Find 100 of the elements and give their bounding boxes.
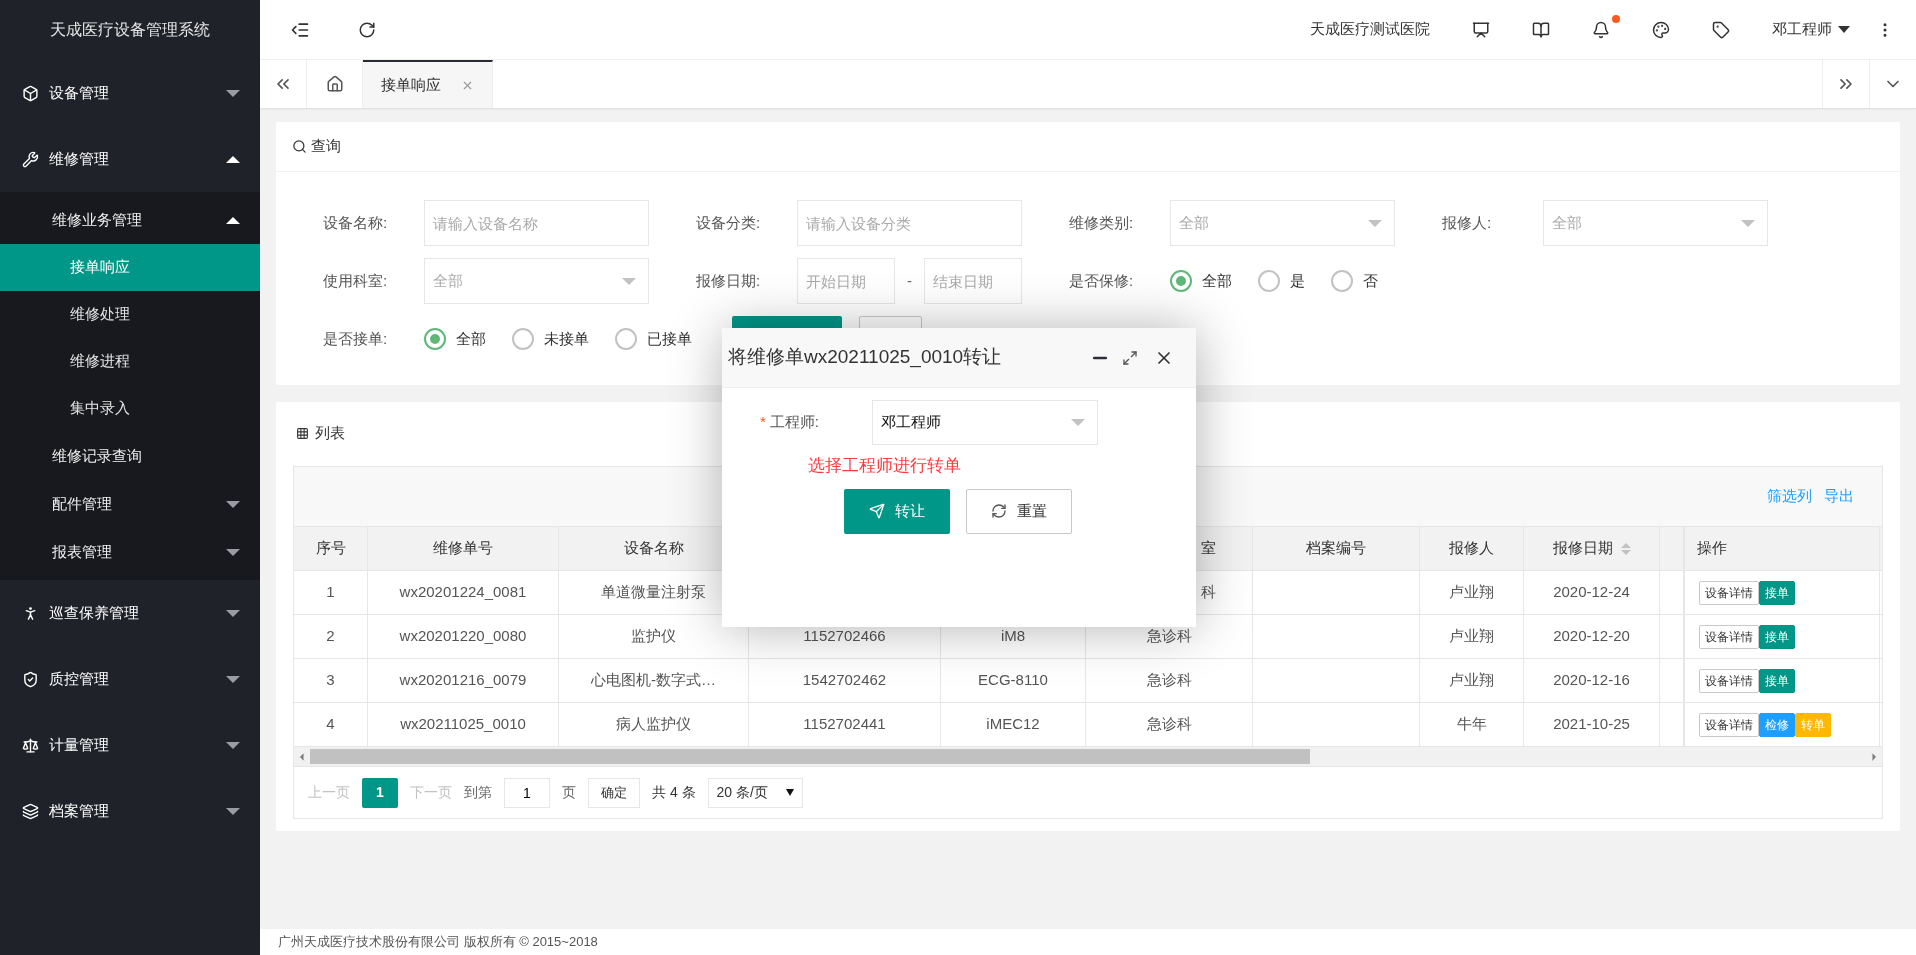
row-action-button[interactable]: 接单 [1759,668,1795,693]
column-header: 操作 [1697,538,1727,559]
sidebar-item[interactable]: 配件管理 [0,480,260,528]
sidebar-item[interactable]: 维修处理 [0,291,260,338]
sidebar-item[interactable]: 维修业务管理 [0,196,260,244]
table-cell-text: 1542702462 [802,670,887,691]
presentation-icon[interactable] [1472,20,1490,39]
row-action-button[interactable]: 设备详情 [1699,712,1759,737]
table-cell-text: ECG-8110 [978,670,1048,691]
sidebar-item[interactable]: 档案管理 [0,778,260,844]
hint-text: 选择工程师进行转单 [808,455,962,477]
radio-label: 全部 [456,328,486,349]
field-label: 设备名称: [322,212,389,233]
shield-check-icon [22,670,39,688]
radio-option[interactable]: 否 [1331,269,1378,293]
sidebar-item[interactable]: 维修进程 [0,338,260,385]
dropdown-arrow-icon [622,277,636,285]
page-size-select[interactable]: 20 条/页 [707,777,803,808]
text-input[interactable]: 请输入设备名称 [424,200,649,246]
radio-option[interactable]: 未接单 [512,327,589,351]
page-tab[interactable]: 接单响应 [363,60,493,108]
confirm-button[interactable]: 确定 [588,777,640,808]
user-menu[interactable]: 邓工程师 [1772,18,1850,41]
field-label: 是否接单: [322,328,389,349]
table-cell-text: iMEC12 [986,714,1040,735]
notification-icon[interactable] [1592,20,1610,39]
app-title: 天成医疗设备管理系统 [49,20,211,40]
field-label: 报修日期: [695,270,762,291]
radio-label: 已接单 [647,328,692,349]
sidebar-item[interactable]: 报表管理 [0,528,260,576]
reset-button[interactable]: 重置 [966,488,1072,534]
table-cell-text: 卢业翔 [1449,670,1494,691]
palette-icon[interactable] [1652,20,1670,39]
sidebar-item[interactable]: 维修管理 [0,126,260,192]
field-label: 使用科室: [322,270,389,291]
column-header: 序号 [315,538,346,559]
table-cell-text: 牛年 [1456,714,1487,735]
table-cell-text: 急诊科 [1146,626,1192,647]
horizontal-scrollbar[interactable] [294,747,1882,766]
search-icon [292,139,307,154]
radio-option[interactable]: 是 [1258,269,1305,293]
refresh-icon [991,503,1007,519]
radio-option[interactable]: 全部 [1170,269,1232,293]
sidebar-item[interactable]: 质控管理 [0,646,260,712]
sidebar-label: 档案管理 [49,800,109,821]
sidebar-item[interactable]: 计量管理 [0,712,260,778]
radio-label: 未接单 [544,328,589,349]
engineer-select[interactable]: 邓工程师 [872,400,1098,445]
field-label: 报修人: [1441,212,1493,233]
table-cell-text: 科 [1201,582,1216,603]
row-action-button[interactable]: 设备详情 [1699,668,1759,693]
book-icon[interactable] [1532,20,1550,39]
table-cell-text: 病人监护仪 [616,714,691,735]
radio-label: 全部 [1202,270,1232,291]
caret-icon [226,216,240,224]
range-separator: - [906,270,913,291]
required-mark: * [760,412,766,433]
table-cell-text: 单道微量注射泵 [601,582,706,603]
table-cell-text: 2020-12-20 [1553,626,1630,647]
transfer-button[interactable]: 转让 [844,488,950,534]
tab-label: 接单响应 [381,74,441,95]
caret-icon [226,807,240,815]
sidebar-item[interactable]: 接单响应 [0,244,260,291]
column-header: 档案编号 [1306,538,1366,559]
sidebar-item[interactable]: 集中录入 [0,385,260,432]
table-cell-text: 1152702466 [803,626,886,647]
caret-icon [226,675,240,683]
sidebar-item[interactable]: 设备管理 [0,60,260,126]
sidebar-item[interactable]: 维修记录查询 [0,432,260,480]
column-header: 设备名称 [623,538,684,559]
tag-icon[interactable] [1712,20,1730,39]
scale-icon [22,736,39,754]
table-cell-text: 2020-12-24 [1553,582,1630,603]
text-input[interactable]: 请输入设备分类 [797,200,1022,246]
radio-label: 是 [1290,270,1305,291]
column-header: 报修人 [1449,538,1494,559]
radio-option[interactable]: 已接单 [615,327,692,351]
radio-option[interactable]: 全部 [424,327,486,351]
page-unit-label: 页 [562,783,576,802]
table-cell-text: 3 [326,670,335,691]
card-title: 查询 [311,136,341,157]
maximize-icon[interactable] [1122,349,1138,366]
row-action-button[interactable]: 接单 [1759,624,1795,649]
sidebar-item[interactable]: 巡查保养管理 [0,580,260,646]
table-cell-text: 2021-10-25 [1553,714,1630,735]
row-action-button[interactable]: 设备详情 [1699,580,1759,605]
start-date-input[interactable]: 开始日期 [797,258,895,304]
table-cell-text: 急诊科 [1146,670,1192,691]
page-number[interactable]: 1 [362,777,398,808]
column-header: 维修单号 [433,538,493,559]
end-date-input[interactable]: 结束日期 [924,258,1022,304]
page-input[interactable]: 1 [504,777,550,808]
row-action-button[interactable]: 接单 [1759,580,1795,605]
table-cell-text: wx20211025_0010 [400,714,526,735]
row-action-button[interactable]: 设备详情 [1699,624,1759,649]
total-count: 共 4 条 [652,783,696,802]
sidebar-label: 设备管理 [49,82,109,103]
table-cell-text: 1 [326,582,335,603]
hospital-name: 天成医疗测试医院 [1310,19,1430,40]
table-cell-text: 卢业翔 [1449,626,1494,647]
